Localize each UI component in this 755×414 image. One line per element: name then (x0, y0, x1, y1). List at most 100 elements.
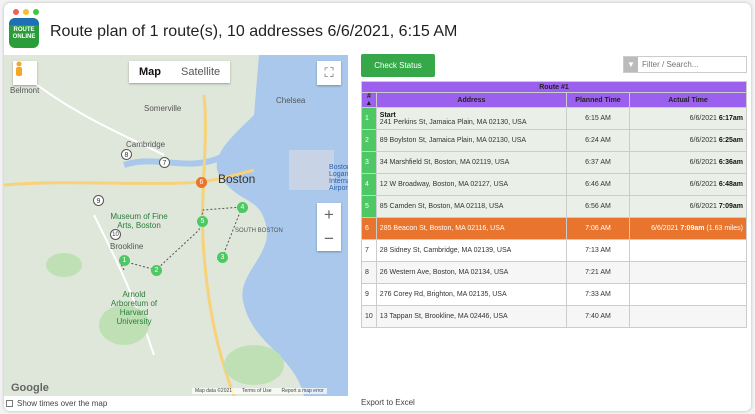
cell-num: 5 (361, 195, 377, 218)
cell-address: 13 Tappan St, Brookline, MA 02446, USA (375, 305, 568, 328)
table-row[interactable]: 8 26 Western Ave, Boston, MA 02134, USA 7:… (361, 261, 747, 284)
table-row[interactable]: 9 276 Corey Rd, Brighton, MA 02135, USA 7:… (361, 283, 747, 306)
address-text: 34 Marshfield St, Boston, MA 02119, USA (379, 159, 510, 166)
map-marker-3[interactable]: 3 (217, 252, 228, 263)
actual-time: 6:48am (718, 181, 743, 188)
filter-input[interactable] (638, 60, 743, 69)
col-actual-time[interactable]: Actual Time (629, 92, 747, 108)
page-title: Route plan of 1 route(s), 10 addresses 6… (50, 23, 458, 40)
map-marker-2[interactable]: 2 (151, 265, 162, 276)
zoom-in-button[interactable]: + (317, 203, 341, 227)
col-address[interactable]: Address (375, 92, 568, 108)
col-num[interactable]: # ▲ (361, 92, 377, 108)
actual-date: 6/6/2021 (689, 181, 717, 188)
marker-7-label: 7 (159, 157, 170, 168)
cell-num: 6 (361, 217, 377, 240)
map-marker-10[interactable]: 10 (110, 229, 121, 240)
pegman-icon[interactable] (13, 61, 37, 85)
marker-3-label: 3 (217, 252, 228, 263)
col-planned-time[interactable]: Planned Time (566, 92, 630, 108)
label-chelsea: Chelsea (276, 96, 306, 105)
actual-date: 6/6/2021 (689, 115, 717, 122)
marker-2-label: 2 (151, 265, 162, 276)
address-text: 12 W Broadway, Boston, MA 02127, USA (379, 181, 509, 188)
map-marker-4[interactable]: 4 (237, 202, 248, 213)
cell-actual-time (629, 261, 747, 284)
cell-actual-time (629, 283, 747, 306)
cell-address: 276 Corey Rd, Brighton, MA 02135, USA (375, 283, 568, 306)
address-text: 89 Boylston St, Jamaica Plain, MA 02130,… (379, 137, 527, 144)
map-marker-1[interactable]: 1 (119, 255, 130, 266)
map-marker-5[interactable]: 5 (197, 216, 208, 227)
show-times-label: Show times over the map (17, 399, 108, 408)
airport-area (289, 150, 334, 190)
cell-address: 34 Marshfield St, Boston, MA 02119, USA (375, 151, 568, 174)
cell-actual-time: 6/6/2021 7:09am (1.63 miles) (629, 217, 747, 240)
maximize-dot[interactable] (33, 9, 39, 15)
window-controls (13, 9, 39, 15)
table-row[interactable]: 7 28 Sidney St, Cambridge, MA 02139, USA 7… (361, 239, 747, 262)
marker-4-label: 4 (237, 202, 248, 213)
marker-1-label: 1 (119, 255, 130, 266)
close-dot[interactable] (13, 9, 19, 15)
cell-actual-time: 6/6/2021 7:09am (629, 195, 747, 218)
address-text: 85 Camden St, Boston, MA 02118, USA (379, 203, 504, 210)
export-to-excel-link[interactable]: Export to Excel (361, 398, 415, 407)
table-row[interactable]: 6 285 Beacon St, Boston, MA 02116, USA 7:0… (361, 217, 747, 240)
sort-asc-icon[interactable]: ▲ (365, 100, 372, 107)
fullscreen-icon[interactable]: ⛶ (317, 61, 341, 85)
label-somerville: Somerville (144, 104, 182, 113)
map-tab-map[interactable]: Map (129, 61, 171, 83)
cell-actual-time: 6/6/2021 6:17am (629, 107, 747, 130)
cell-num: 7 (361, 239, 377, 262)
minimize-dot[interactable] (23, 9, 29, 15)
map-marker-7[interactable]: 7 (159, 157, 170, 168)
cell-address: 26 Western Ave, Boston, MA 02134, USA (375, 261, 568, 284)
label-boston: Boston (218, 172, 256, 186)
park-area (46, 253, 82, 277)
route-online-logo: ROUTE ONLINE (9, 18, 39, 48)
check-status-button[interactable]: Check Status (361, 54, 435, 77)
logo-cap (9, 18, 39, 25)
cell-actual-time: 6/6/2021 6:48am (629, 173, 747, 196)
cell-address: 85 Camden St, Boston, MA 02118, USA (375, 195, 568, 218)
cell-num: 9 (361, 283, 377, 306)
terms-of-use-link[interactable]: Terms of Use (242, 388, 271, 394)
cell-planned-time: 6:56 AM (566, 195, 630, 218)
map-data-credit: Map data ©2021 (195, 388, 233, 394)
cell-planned-time: 7:40 AM (566, 305, 630, 328)
cell-num: 3 (361, 151, 377, 174)
address-text: 26 Western Ave, Boston, MA 02134, USA (379, 269, 509, 276)
report-error-link[interactable]: Report a map error (282, 388, 324, 394)
route-header-row: Route #1 (361, 81, 747, 93)
cell-actual-time (629, 305, 747, 328)
column-header-row: # ▲ Address Planned Time Actual Time (361, 92, 747, 108)
table-row[interactable]: 2 89 Boylston St, Jamaica Plain, MA 02130… (361, 129, 747, 152)
show-times-toggle[interactable]: Show times over the map (6, 399, 107, 408)
table-row[interactable]: 10 13 Tappan St, Brookline, MA 02446, USA… (361, 305, 747, 328)
table-row[interactable]: 1 Start 241 Perkins St, Jamaica Plain, MA … (361, 107, 747, 130)
address-text: 285 Beacon St, Boston, MA 02116, USA (379, 225, 505, 232)
table-row[interactable]: 3 34 Marshfield St, Boston, MA 02119, USA… (361, 151, 747, 174)
cell-num: 2 (361, 129, 377, 152)
map-marker-6[interactable]: 6 (196, 177, 207, 188)
cell-planned-time: 6:24 AM (566, 129, 630, 152)
actual-time: 6:17am (718, 115, 743, 122)
label-brookline: Brookline (110, 242, 144, 251)
cell-num: 1 (361, 107, 377, 130)
route-map[interactable]: Map Satellite ⛶ + − Belmont Somerville C… (4, 55, 348, 396)
pegman-glyph (16, 61, 22, 76)
col-num-label: # (366, 93, 371, 100)
map-tab-satellite[interactable]: Satellite (171, 61, 230, 83)
table-row[interactable]: 5 85 Camden St, Boston, MA 02118, USA 6:56… (361, 195, 747, 218)
google-logo: Google (11, 382, 49, 394)
show-times-checkbox[interactable] (6, 400, 13, 407)
actual-time: 7:09am (680, 225, 705, 232)
cell-planned-time: 6:46 AM (566, 173, 630, 196)
map-marker-8[interactable]: 8 (121, 149, 132, 160)
zoom-out-button[interactable]: − (317, 227, 341, 251)
table-row[interactable]: 4 12 W Broadway, Boston, MA 02127, USA 6:4… (361, 173, 747, 196)
cell-address: 12 W Broadway, Boston, MA 02127, USA (375, 173, 568, 196)
map-marker-9[interactable]: 9 (93, 195, 104, 206)
filter-icon: ▼ (624, 57, 638, 72)
